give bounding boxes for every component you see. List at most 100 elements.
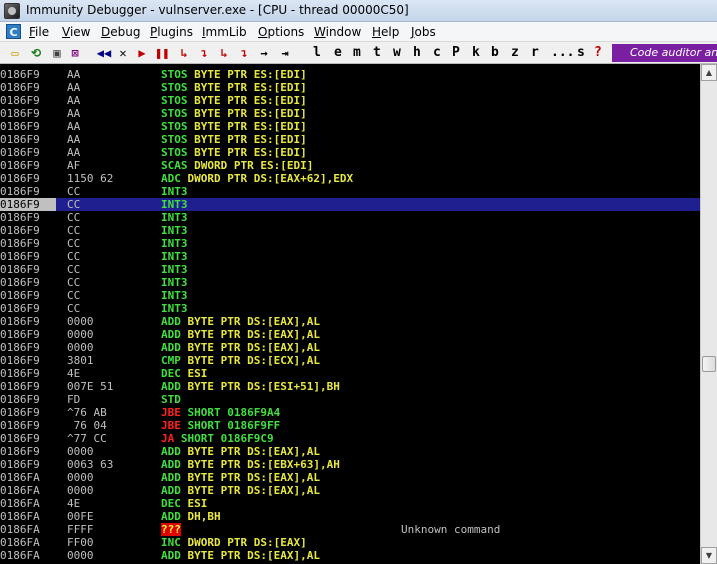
window-button-P[interactable]: P <box>452 45 460 61</box>
address-cell: 0186F9 <box>0 432 40 445</box>
disasm-row[interactable]: 0186F9 CC INT3 <box>0 224 700 237</box>
app-icon[interactable] <box>4 3 20 19</box>
disasm-row[interactable]: 0186FA 0000 ADD BYTE PTR DS:[EAX],AL <box>0 549 700 562</box>
disasm-row[interactable]: 0186F9 CC INT3 <box>0 263 700 276</box>
disasm-row[interactable]: 0186F9 AA STOS BYTE PTR ES:[EDI] <box>0 146 700 159</box>
menu-debug[interactable]: Debug <box>101 25 140 39</box>
vertical-scrollbar[interactable]: ▲ ▼ <box>700 64 717 564</box>
menu-immlib[interactable]: ImmLib <box>202 25 247 39</box>
disasm-row[interactable]: 0186F9 AF SCAS DWORD PTR ES:[EDI] <box>0 159 700 172</box>
disasm-row[interactable]: 0186FA 0000 ADD BYTE PTR DS:[EAX],AL <box>0 484 700 497</box>
menu-plugins[interactable]: Plugins <box>150 25 193 39</box>
disasm-row[interactable]: 0186F9 AA STOS BYTE PTR ES:[EDI] <box>0 133 700 146</box>
disassembly-cell: ADD BYTE PTR DS:[EAX],AL <box>161 484 320 497</box>
disasm-row[interactable]: 0186F9 CC INT3 <box>0 250 700 263</box>
disasm-row[interactable]: 0186F9 CC INT3 <box>0 276 700 289</box>
step-over-icon[interactable]: ↴ <box>196 45 212 61</box>
disasm-row[interactable]: 0186F9 0063 63 ADD BYTE PTR DS:[EBX+63],AH <box>0 458 700 471</box>
window-button-e[interactable]: e <box>334 45 342 61</box>
debug-options-icon[interactable]: ⊠ <box>67 45 83 61</box>
window-button-t[interactable]: t <box>373 45 381 61</box>
disasm-row[interactable]: 0186F9 CC INT3 <box>0 237 700 250</box>
scroll-up-button[interactable]: ▲ <box>701 64 717 81</box>
disasm-row-selected[interactable]: 0186F9 CC INT3 <box>0 198 700 211</box>
disasm-row[interactable]: 0186F9 0000 ADD BYTE PTR DS:[EAX],AL <box>0 445 700 458</box>
window-button-help[interactable]: ? <box>594 45 602 61</box>
close-file-icon[interactable]: ▣ <box>50 45 64 61</box>
menu-window[interactable]: Window <box>314 25 361 39</box>
run-icon[interactable]: ▶ <box>135 45 149 61</box>
window-button-w[interactable]: w <box>393 45 401 61</box>
execute-till-return-icon[interactable]: → <box>256 45 272 61</box>
trace-over-icon[interactable]: ↴ <box>236 45 252 61</box>
hex-dump-cell: AA <box>67 81 81 94</box>
disasm-row[interactable]: 0186FA FFFF??? Unknown command <box>0 523 700 536</box>
hex-dump-cell: AA <box>67 94 81 107</box>
code-auditor-plugin-button[interactable]: Code auditor and <box>612 44 717 62</box>
scroll-thumb[interactable] <box>702 356 716 372</box>
restart-icon[interactable]: ⟲ <box>28 45 44 61</box>
disasm-row[interactable]: 0186F9 CC INT3 <box>0 289 700 302</box>
window-button-z[interactable]: z <box>511 45 519 61</box>
disasm-row[interactable]: 0186F9 ^76 AB JBE SHORT 0186F9A4 <box>0 406 700 419</box>
disassembly-cell: ADD BYTE PTR DS:[EAX],AL <box>161 471 320 484</box>
disasm-row[interactable]: 0186F9 CC INT3 <box>0 302 700 315</box>
step-into-icon[interactable]: ↳ <box>176 45 192 61</box>
hex-dump-cell: AF <box>67 159 81 172</box>
cpu-window-icon[interactable]: C <box>6 24 21 39</box>
disassembly-pane[interactable]: 0186F9 AA STOS BYTE PTR ES:[EDI] 0186F9 AA ST… <box>0 64 700 564</box>
disassembly-cell: DEC ESI <box>161 497 207 510</box>
disasm-row[interactable]: 0186F9 007E 51 ADD BYTE PTR DS:[ESI+51],BH <box>0 380 700 393</box>
window-button-s[interactable]: s <box>577 45 585 61</box>
disasm-row[interactable]: 0186F9 AA STOS BYTE PTR ES:[EDI] <box>0 94 700 107</box>
disassembly-cell: INT3 <box>161 276 188 289</box>
hex-dump-cell: 4E <box>67 497 81 510</box>
go-to-icon[interactable]: ⇥ <box>277 45 293 61</box>
menu-options[interactable]: Options <box>258 25 304 39</box>
disasm-row[interactable]: 0186F9 AA STOS BYTE PTR ES:[EDI] <box>0 120 700 133</box>
pause-icon[interactable]: ❚❚ <box>155 45 169 61</box>
window-button-ellipsis[interactable]: ... <box>551 45 574 61</box>
disasm-row[interactable]: 0186F9 3801 CMP BYTE PTR DS:[ECX],AL <box>0 354 700 367</box>
window-button-r[interactable]: r <box>531 45 539 61</box>
menu-help[interactable]: Help <box>372 25 399 39</box>
trace-into-icon[interactable]: ↳ <box>216 45 232 61</box>
disasm-row[interactable]: 0186F9 AA STOS BYTE PTR ES:[EDI] <box>0 107 700 120</box>
open-icon[interactable]: ▭ <box>7 45 23 61</box>
disasm-row[interactable]: 0186F9 4E DEC ESI <box>0 367 700 380</box>
window-button-m[interactable]: m <box>353 45 361 61</box>
disasm-row[interactable]: 0186FA 4E DEC ESI <box>0 497 700 510</box>
disasm-row[interactable]: 0186F9 1150 62 ADC DWORD PTR DS:[EAX+62],E… <box>0 172 700 185</box>
disasm-row[interactable]: 0186F9 ^77 CC JA SHORT 0186F9C9 <box>0 432 700 445</box>
menu-jobs[interactable]: Jobs <box>411 25 436 39</box>
window-button-l[interactable]: l <box>313 45 321 61</box>
disasm-row[interactable]: 0186FA 00FE ADD DH,BH <box>0 510 700 523</box>
address-cell: 0186F9 <box>0 419 40 432</box>
rewind-icon[interactable]: ◀◀ <box>94 45 114 61</box>
menu-file[interactable]: File <box>29 25 49 39</box>
address-cell: 0186FA <box>0 497 40 510</box>
window-button-b[interactable]: b <box>491 45 499 61</box>
disasm-row[interactable]: 0186F9 CC INT3 <box>0 185 700 198</box>
disasm-row[interactable]: 0186F9 76 04 JBE SHORT 0186F9FF <box>0 419 700 432</box>
disasm-row[interactable]: 0186FA 0000 ADD BYTE PTR DS:[EAX],AL <box>0 471 700 484</box>
menu-view[interactable]: View <box>62 25 90 39</box>
disasm-row[interactable]: 0186F9 FD STD <box>0 393 700 406</box>
window-button-h[interactable]: h <box>413 45 421 61</box>
mnemonic: ADD <box>161 380 181 393</box>
window-button-k[interactable]: k <box>472 45 480 61</box>
disasm-row[interactable]: 0186F9 AA STOS BYTE PTR ES:[EDI] <box>0 68 700 81</box>
scroll-down-button[interactable]: ▼ <box>701 547 717 564</box>
disasm-row[interactable]: 0186F9 0000 ADD BYTE PTR DS:[EAX],AL <box>0 315 700 328</box>
disasm-row[interactable]: 0186F9 0000 ADD BYTE PTR DS:[EAX],AL <box>0 341 700 354</box>
disasm-row[interactable]: 0186FA FF00 INC DWORD PTR DS:[EAX] <box>0 536 700 549</box>
disasm-row[interactable]: 0186F9 0000 ADD BYTE PTR DS:[EAX],AL <box>0 328 700 341</box>
hex-dump-cell: 0000 <box>67 484 94 497</box>
stop-icon[interactable]: ✕ <box>116 45 130 61</box>
disasm-row[interactable]: 0186F9 AA STOS BYTE PTR ES:[EDI] <box>0 81 700 94</box>
mnemonic: ADC <box>161 172 181 185</box>
disasm-row[interactable]: 0186F9 CC INT3 <box>0 211 700 224</box>
hex-dump-cell: 007E 51 <box>67 380 114 393</box>
window-button-c[interactable]: c <box>433 45 441 61</box>
disassembly-cell: ADD BYTE PTR DS:[EAX],AL <box>161 315 320 328</box>
